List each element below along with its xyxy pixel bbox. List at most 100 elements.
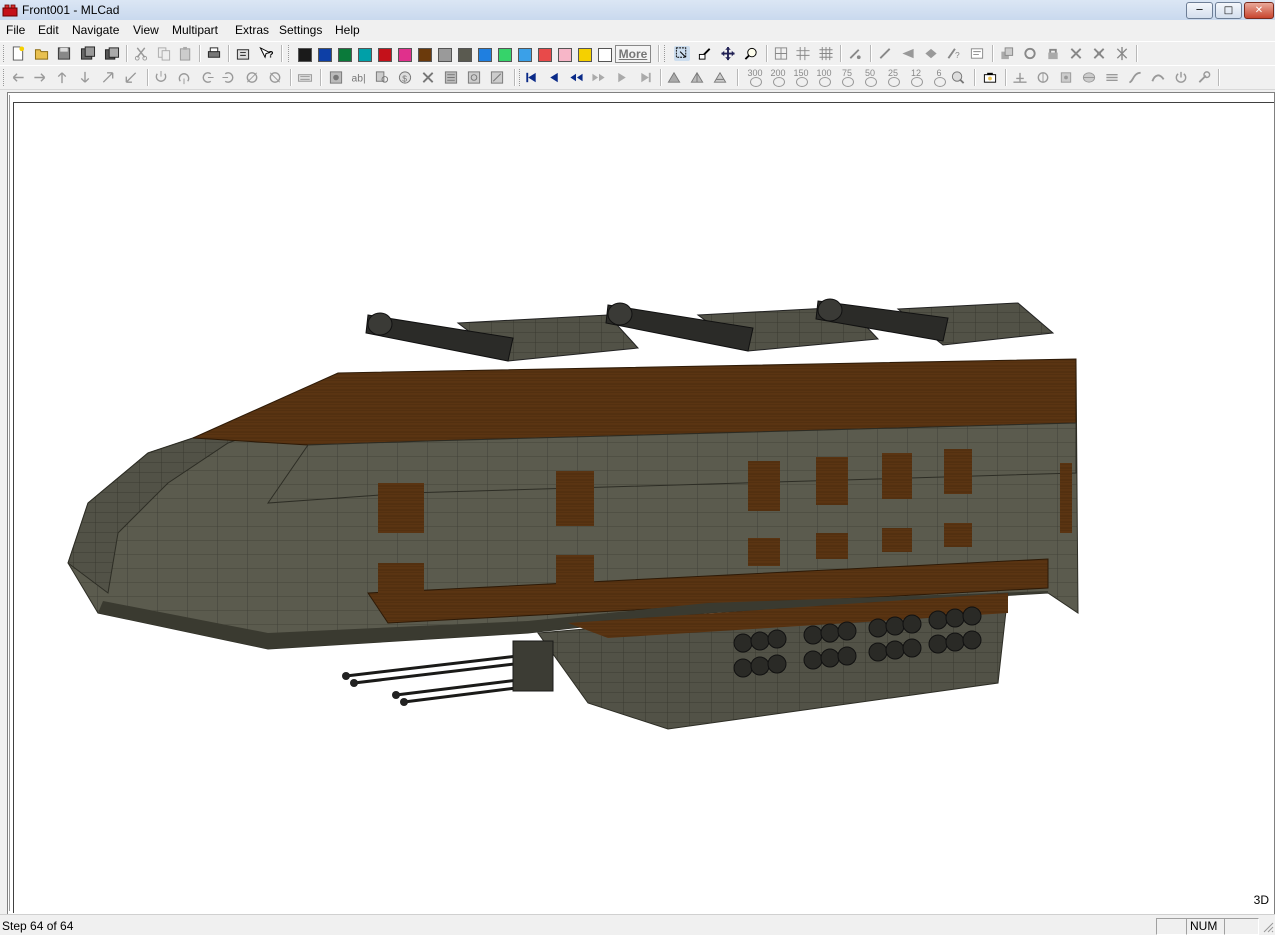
grid-icon[interactable] xyxy=(795,46,811,61)
menu-view[interactable]: View xyxy=(133,23,159,37)
rotate-group-icon[interactable] xyxy=(1022,46,1038,61)
delete-parts-icon[interactable] xyxy=(420,70,436,85)
cable-icon[interactable] xyxy=(1150,70,1166,85)
first-step-icon[interactable] xyxy=(523,70,539,85)
triangle-tool-icon[interactable] xyxy=(900,46,916,61)
color-swatch[interactable] xyxy=(298,48,312,62)
rotate-x-plus-icon[interactable] xyxy=(153,70,169,85)
move-left-icon[interactable] xyxy=(10,70,26,85)
open-folder-icon[interactable] xyxy=(34,46,50,61)
color-swatch[interactable] xyxy=(558,48,572,62)
zoom-fit-icon[interactable] xyxy=(950,70,966,85)
menu-edit[interactable]: Edit xyxy=(38,23,59,37)
snap-icon[interactable] xyxy=(773,46,789,61)
save-as-icon[interactable] xyxy=(80,46,96,61)
previous-step-icon[interactable] xyxy=(546,70,562,85)
ground-plane-icon[interactable] xyxy=(1012,70,1028,85)
move-up-icon[interactable] xyxy=(54,70,70,85)
close-button[interactable]: ✕ xyxy=(1244,2,1274,19)
statistics-icon[interactable]: $ xyxy=(397,70,413,85)
next-step-icon[interactable] xyxy=(614,70,630,85)
move-forward-icon[interactable] xyxy=(100,70,116,85)
line-tool-icon[interactable] xyxy=(877,46,893,61)
keyboard-icon[interactable] xyxy=(297,70,313,85)
color-swatch[interactable] xyxy=(478,48,492,62)
save-all-icon[interactable] xyxy=(104,46,120,61)
menu-navigate[interactable]: Navigate xyxy=(72,23,119,37)
hose-icon[interactable] xyxy=(1127,70,1143,85)
copy-icon[interactable] xyxy=(156,46,172,61)
text-label-icon[interactable]: ab| xyxy=(351,70,367,85)
color-swatch[interactable] xyxy=(498,48,512,62)
color-swatch[interactable] xyxy=(398,48,412,62)
rotate-y-minus-icon[interactable] xyxy=(221,70,237,85)
rotate-x-minus-icon[interactable] xyxy=(176,70,192,85)
spring-icon[interactable] xyxy=(1081,70,1097,85)
quad-tool-icon[interactable] xyxy=(923,46,939,61)
zoom-window-icon[interactable] xyxy=(743,46,759,61)
fast-forward-icon[interactable] xyxy=(591,70,607,85)
more-colors-button[interactable]: More xyxy=(615,45,651,63)
rotate-z-minus-icon[interactable] xyxy=(267,70,283,85)
menu-help[interactable]: Help xyxy=(335,23,360,37)
color-swatch[interactable] xyxy=(598,48,612,62)
ungroup-icon[interactable] xyxy=(1091,46,1107,61)
rotate-z-plus-icon[interactable] xyxy=(244,70,260,85)
band-icon[interactable] xyxy=(1104,70,1120,85)
color-swatch[interactable] xyxy=(418,48,432,62)
edit-part-icon[interactable] xyxy=(697,46,713,61)
rotation-matrix-icon[interactable] xyxy=(466,70,482,85)
wrench-icon[interactable] xyxy=(1196,70,1212,85)
camera-icon[interactable] xyxy=(982,70,998,85)
last-step-icon[interactable] xyxy=(638,70,654,85)
toolbar-grip[interactable] xyxy=(3,69,7,86)
pencil-settings-icon[interactable] xyxy=(847,46,863,61)
color-swatch[interactable] xyxy=(338,48,352,62)
group-icon[interactable] xyxy=(999,46,1015,61)
color-swatch[interactable] xyxy=(318,48,332,62)
properties-icon[interactable] xyxy=(235,46,251,61)
parts-list-icon[interactable] xyxy=(443,70,459,85)
color-swatch[interactable] xyxy=(518,48,532,62)
print-icon[interactable] xyxy=(206,46,222,61)
resize-grip-icon[interactable] xyxy=(1262,921,1274,933)
move-down-icon[interactable] xyxy=(77,70,93,85)
view-front-icon[interactable] xyxy=(666,70,682,85)
menu-settings[interactable]: Settings xyxy=(279,23,322,37)
color-swatch[interactable] xyxy=(378,48,392,62)
context-help-icon[interactable]: ? xyxy=(258,46,274,61)
color-swatch[interactable] xyxy=(578,48,592,62)
power-icon[interactable] xyxy=(1173,70,1189,85)
color-swatch[interactable] xyxy=(458,48,472,62)
color-swatch[interactable] xyxy=(538,48,552,62)
lock-group-icon[interactable] xyxy=(1045,46,1061,61)
maximize-button[interactable]: □ xyxy=(1215,2,1242,19)
rewind-icon[interactable] xyxy=(568,70,584,85)
minimize-button[interactable]: ─ xyxy=(1186,2,1213,19)
view-side-icon[interactable] xyxy=(689,70,705,85)
color-swatch[interactable] xyxy=(438,48,452,62)
menu-file[interactable]: File xyxy=(6,23,25,37)
toolbar-grip[interactable] xyxy=(3,45,7,62)
cut-icon[interactable] xyxy=(133,46,149,61)
render-icon[interactable] xyxy=(328,70,344,85)
menu-extras[interactable]: Extras xyxy=(235,23,269,37)
toolbar-grip[interactable] xyxy=(288,45,292,62)
hinge-icon[interactable] xyxy=(1035,70,1051,85)
menu-multipart[interactable]: Multipart xyxy=(172,23,218,37)
find-replace-icon[interactable] xyxy=(374,70,390,85)
comment-tool-icon[interactable] xyxy=(969,46,985,61)
delete-group-icon[interactable] xyxy=(1068,46,1084,61)
flex-part-icon[interactable] xyxy=(1058,70,1074,85)
optional-line-icon[interactable]: ? xyxy=(946,46,962,61)
select-mode-icon[interactable] xyxy=(674,46,690,61)
view-top-icon[interactable] xyxy=(712,70,728,85)
toolbar-grip[interactable] xyxy=(664,45,668,62)
explode-icon[interactable] xyxy=(1114,46,1130,61)
move-right-icon[interactable] xyxy=(32,70,48,85)
new-file-icon[interactable] xyxy=(10,46,26,61)
generator-icon[interactable] xyxy=(489,70,505,85)
move-icon[interactable] xyxy=(720,46,736,61)
color-swatch[interactable] xyxy=(358,48,372,62)
grid-fine-icon[interactable] xyxy=(818,46,834,61)
